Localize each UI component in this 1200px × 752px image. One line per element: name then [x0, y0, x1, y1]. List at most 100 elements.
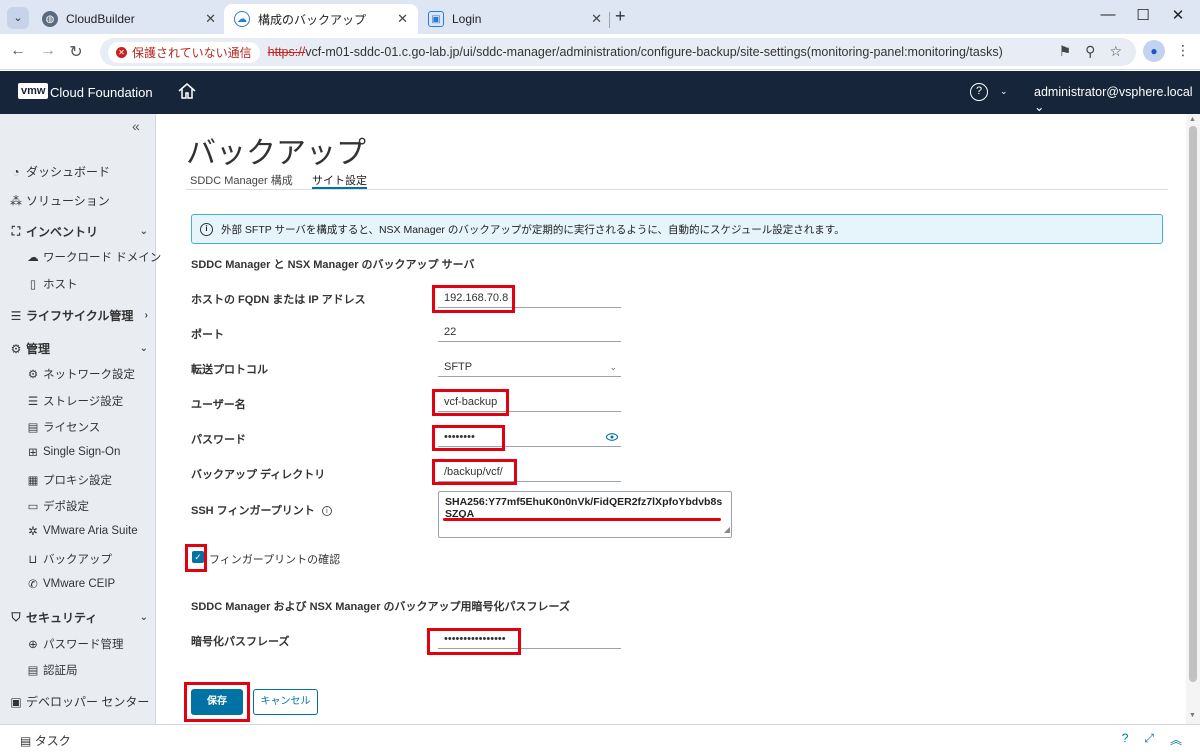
close-icon[interactable]: ✕ [591, 11, 602, 27]
browser-tab-login[interactable]: ▣ Login ✕ [418, 4, 612, 34]
info-icon[interactable]: i [321, 506, 332, 517]
profile-avatar-icon[interactable]: ● [1143, 40, 1165, 62]
passphrase-input[interactable]: •••••••••••••••• [438, 629, 621, 649]
browser-toolbar: ← → ↻ ✕ 保護されていない通信 https:// vcf-m01-sddc… [0, 34, 1200, 70]
password-input[interactable]: •••••••• [438, 427, 621, 447]
cancel-button[interactable]: キャンセル [253, 689, 318, 715]
ssh-fingerprint-textarea[interactable]: SHA256:Y77mf5EhuK0n0nVk/FidQER2fz7lXpfoY… [438, 491, 732, 538]
new-tab-button[interactable]: + [615, 6, 626, 27]
translate-icon[interactable]: ⚑ [1059, 43, 1072, 60]
close-icon[interactable]: ✕ [397, 11, 408, 27]
sidebar-item-workload-domain[interactable]: ☁ ワークロード ドメイン [27, 249, 183, 265]
chevron-down-icon[interactable]: ⌄ [1000, 86, 1008, 97]
sidebar-item-licenses[interactable]: ▤ ライセンス [27, 419, 183, 435]
address-bar[interactable]: ✕ 保護されていない通信 https:// vcf-m01-sddc-01.c.… [100, 38, 1136, 66]
zoom-icon[interactable]: ⚲ [1085, 43, 1095, 60]
dashboard-icon: ◔ [12, 164, 20, 179]
tab-title: Login [452, 12, 482, 26]
host-input[interactable]: 192.168.70.8 [438, 288, 621, 308]
sidebar-item-hosts[interactable]: ▯ ホスト [27, 276, 183, 292]
reload-icon[interactable]: ↻ [66, 42, 86, 62]
page-scrollbar[interactable]: ▲ ▼ [1186, 114, 1200, 724]
sidebar-item-label: VMware Aria Suite [43, 525, 138, 537]
sidebar-item-label: デポ設定 [43, 501, 89, 513]
sidebar-item-storage-settings[interactable]: ☰ ストレージ設定 [27, 393, 183, 409]
home-icon[interactable] [176, 80, 198, 102]
minimize-icon[interactable]: — [1098, 6, 1118, 23]
not-secure-chip[interactable]: ✕ 保護されていない通信 [108, 41, 260, 63]
expand-icon[interactable]: ⤢ [1144, 731, 1154, 748]
tab-site-settings[interactable]: サイト設定 [312, 172, 367, 189]
highlight-ssh-fingerprint [443, 518, 721, 521]
confirm-fingerprint-checkbox[interactable]: ✓ [192, 551, 204, 563]
sidebar-item-solutions[interactable]: ⁂ ソリューション [10, 192, 166, 209]
browser-tab-backup[interactable]: ☁ 構成のバックアップ ✕ [224, 4, 418, 34]
lifecycle-icon: ☰ [10, 308, 22, 323]
maximize-icon[interactable]: ☐ [1133, 6, 1153, 24]
info-banner-text: 外部 SFTP サーバを構成すると、NSX Manager のバックアップが定期… [221, 223, 845, 236]
tasks-toggle[interactable]: ▤ タスク [20, 732, 71, 749]
eye-icon[interactable] [606, 433, 618, 441]
tab-title: CloudBuilder [66, 12, 135, 26]
sidebar-item-label: ソリューション [26, 194, 110, 208]
collapse-sidebar-icon[interactable]: « [132, 118, 140, 134]
scroll-down-icon[interactable]: ▼ [1189, 712, 1196, 719]
tab-sddc-manager-config[interactable]: SDDC Manager 構成 [190, 172, 293, 189]
chevron-up-icon[interactable]: ︽ [1170, 731, 1182, 748]
sidebar-item-password-management[interactable]: ⊕ パスワード管理 [27, 636, 183, 652]
sidebar-item-ceip[interactable]: ✆ VMware CEIP [27, 578, 183, 591]
directory-input[interactable]: /backup/vcf/ [438, 462, 621, 482]
save-button[interactable]: 保存 [191, 689, 243, 715]
username-input[interactable]: vcf-backup [438, 392, 621, 412]
tab-title: 構成のバックアップ [258, 12, 367, 27]
chevron-down-icon: ⌄ [139, 226, 148, 237]
backup-icon: ⊔ [28, 554, 38, 566]
gear-icon: ⚙ [10, 341, 22, 356]
port-input[interactable]: 22 [438, 322, 621, 342]
sidebar-group-inventory[interactable]: ⛶ インベントリ ⌄ [10, 223, 156, 240]
scroll-up-icon[interactable]: ▲ [1189, 116, 1196, 123]
resize-handle-icon[interactable]: ◢ [724, 524, 730, 536]
clipboard-icon: ▤ [20, 734, 32, 748]
sidebar-item-sso[interactable]: ⊞ Single Sign-On [27, 446, 183, 459]
info-icon: i [200, 222, 213, 236]
url-scheme: https:// [267, 45, 306, 59]
protocol-label: 転送プロトコル [191, 364, 268, 376]
sidebar-item-depot-settings[interactable]: ▭ デポ設定 [27, 498, 183, 514]
page-title: バックアップ [186, 137, 366, 170]
sidebar-item-developer-center[interactable]: ▣ デベロッパー センター [10, 693, 166, 710]
help-icon[interactable]: ? [1122, 731, 1129, 748]
sidebar-item-certificate-authority[interactable]: ▤ 認証局 [27, 662, 183, 678]
sidebar-item-label: パスワード管理 [43, 639, 124, 651]
chevron-down-icon: ⌄ [139, 612, 148, 623]
url-text: vcf-m01-sddc-01.c.go-lab.jp/ui/sddc-mana… [305, 45, 1003, 59]
lock-icon: ⊕ [28, 639, 38, 651]
forward-arrow-icon[interactable]: → [38, 42, 58, 60]
sidebar-group-lifecycle[interactable]: ☰ ライフサイクル管理 › [10, 307, 156, 324]
sidebar-item-backup[interactable]: ⊔ バックアップ [27, 551, 183, 567]
sidebar-item-proxy-settings[interactable]: ▦ プロキシ設定 [27, 472, 183, 488]
scroll-thumb[interactable] [1189, 126, 1197, 682]
inventory-icon: ⛶ [11, 224, 21, 238]
sidebar-item-label: VMware CEIP [43, 578, 116, 590]
confirm-fingerprint-label: フィンガープリントの確認 [209, 554, 341, 566]
sidebar-item-label: プロキシ設定 [43, 475, 112, 487]
sidebar-item-label: ストレージ設定 [43, 396, 124, 408]
sidebar-item-dashboard[interactable]: ◔ ダッシュボード [10, 163, 166, 180]
browser-tab-cloudbuilder[interactable]: ◍ CloudBuilder ✕ [32, 4, 226, 34]
browser-menu-icon[interactable]: ⋮ [1176, 42, 1190, 59]
bookmark-star-icon[interactable]: ☆ [1109, 43, 1122, 60]
window-close-icon[interactable]: ✕ [1168, 6, 1188, 24]
help-icon[interactable]: ? [970, 83, 988, 101]
sidebar-group-administration[interactable]: ⚙ 管理 ⌄ [10, 340, 156, 357]
sidebar-item-aria-suite[interactable]: ✲ VMware Aria Suite [27, 525, 183, 538]
sidebar-item-network-settings[interactable]: ⚙ ネットワーク設定 [27, 366, 183, 382]
close-icon[interactable]: ✕ [205, 11, 216, 27]
tab-search-chevron-icon[interactable]: ⌄ [7, 7, 29, 29]
back-arrow-icon[interactable]: ← [8, 42, 28, 60]
page-tabs: SDDC Manager 構成 サイト設定 [186, 172, 1168, 190]
protocol-select[interactable]: SFTP ⌄ [438, 357, 621, 377]
sidebar-group-security[interactable]: ⛉ セキュリティ ⌄ [10, 609, 156, 626]
user-menu[interactable]: administrator@vsphere.local ⌄ [1034, 85, 1200, 114]
sidebar-item-label: デベロッパー センター [26, 695, 150, 709]
